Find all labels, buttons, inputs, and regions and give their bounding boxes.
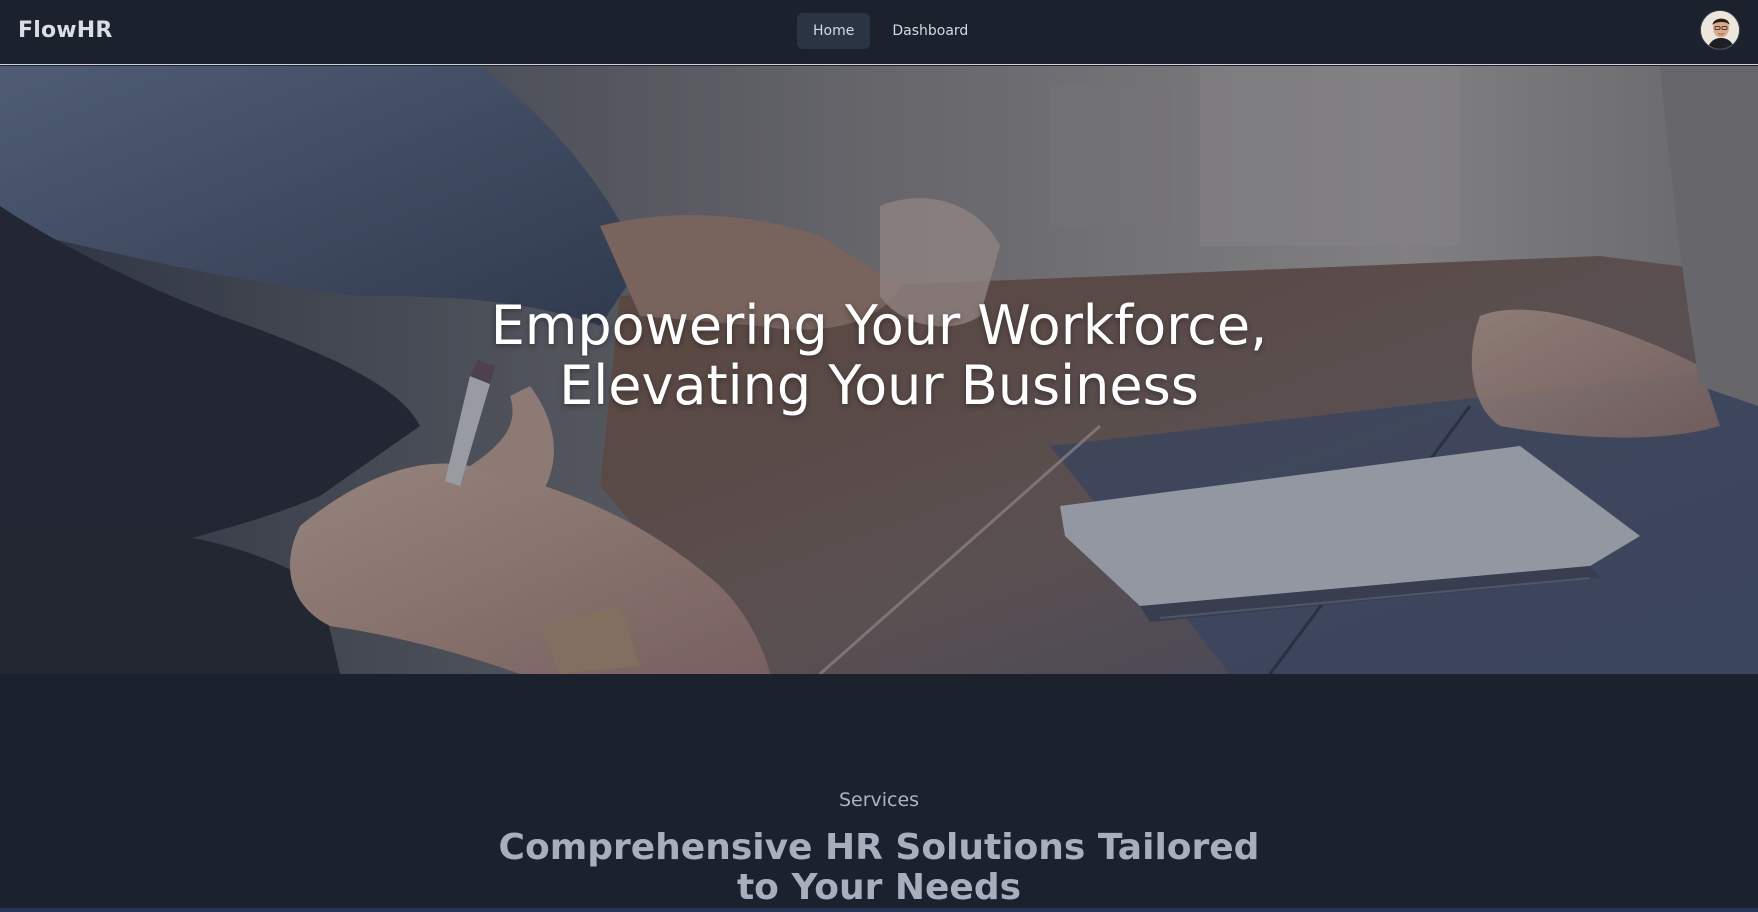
hero-title-line2: Elevating Your Business (559, 354, 1199, 417)
services-section: Services Comprehensive HR Solutions Tail… (0, 674, 1758, 912)
top-navbar: FlowHR Home Dashboard (0, 0, 1758, 65)
services-heading: Comprehensive HR Solutions Tailored to Y… (0, 828, 1758, 908)
user-avatar-icon (1701, 11, 1739, 49)
services-heading-line1: Comprehensive HR Solutions Tailored (498, 827, 1260, 868)
services-eyebrow: Services (838, 789, 920, 811)
hero-section: Empowering Your Workforce, Elevating You… (0, 66, 1758, 674)
hero-title: Empowering Your Workforce, Elevating You… (0, 296, 1758, 416)
services-heading-line2: to Your Needs (736, 867, 1022, 908)
nav-link-home[interactable]: Home (797, 13, 871, 49)
bottom-divider (0, 908, 1758, 912)
main-nav: Home Dashboard (797, 13, 984, 49)
user-avatar[interactable] (1700, 10, 1740, 50)
nav-link-dashboard[interactable]: Dashboard (876, 13, 984, 49)
hero-title-line1: Empowering Your Workforce, (490, 294, 1268, 357)
brand-logo[interactable]: FlowHR (18, 18, 113, 43)
